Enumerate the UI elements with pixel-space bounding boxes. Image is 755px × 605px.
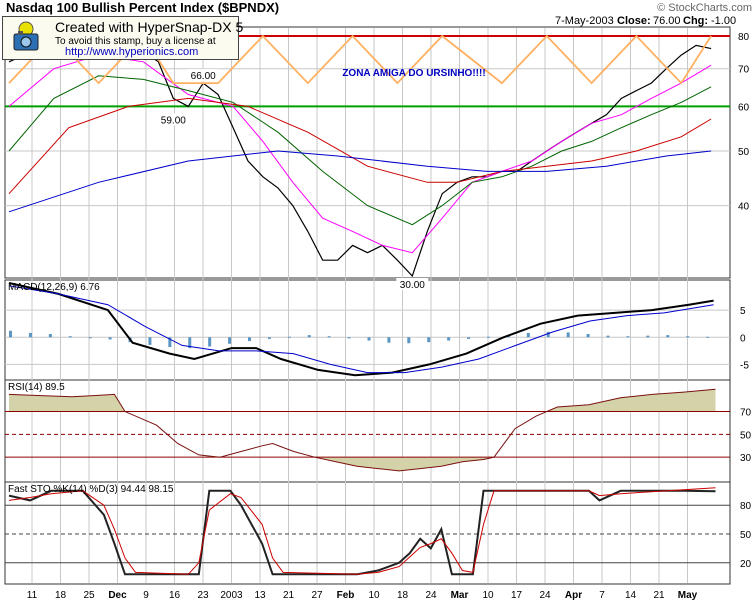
histogram-bar — [686, 336, 690, 338]
camera-icon — [13, 21, 39, 51]
histogram-bar — [267, 337, 271, 339]
x-tick-label: 23 — [197, 590, 209, 601]
x-tick-label: 18 — [397, 590, 409, 601]
value-label: 66.00 — [191, 71, 216, 82]
histogram-bar — [666, 335, 670, 338]
histogram-bar — [148, 337, 152, 345]
histogram-bar — [626, 336, 630, 338]
price-y-tick: 70 — [738, 65, 750, 76]
value-label: 59.00 — [161, 116, 186, 127]
histogram-bar — [467, 337, 471, 339]
histogram-bar — [228, 337, 232, 344]
histogram-bar — [367, 337, 371, 341]
close-value: 76.00 — [653, 15, 681, 27]
macd-y-tick: -5 — [740, 360, 749, 371]
x-tick-label: 21 — [283, 590, 295, 601]
histogram-bar — [307, 335, 311, 338]
price-y-tick: 80 — [738, 32, 750, 43]
x-tick-label: 21 — [653, 590, 665, 601]
histogram-bar — [646, 335, 650, 338]
close-label: Close: — [617, 15, 651, 27]
zone-annotation: ZONA AMIGA DO URSINHO!!!! — [342, 68, 485, 79]
hypersnap-stamp: Created with HyperSnap-DX 5 To avoid thi… — [2, 16, 243, 60]
macd-y-tick: 5 — [740, 306, 746, 317]
x-tick-label: 25 — [83, 590, 95, 601]
x-tick-label: 16 — [169, 590, 181, 601]
x-tick-label: Dec — [108, 590, 127, 601]
stamp-line1: Created with HyperSnap-DX 5 — [55, 19, 244, 35]
stochastic-panel — [4, 481, 731, 585]
macd-panel — [4, 279, 731, 381]
histogram-bar — [407, 337, 411, 344]
value-label: 30.00 — [400, 280, 425, 291]
x-tick-label: Mar — [451, 590, 469, 601]
date-close-readout: 7-May-2003 Close: 76.00 Chg: -1.00 — [555, 15, 736, 27]
histogram-bar — [108, 337, 112, 340]
histogram-bar — [447, 337, 451, 341]
rsi-y-tick: 50 — [740, 430, 752, 441]
x-tick-label: Feb — [337, 590, 355, 601]
histogram-bar — [526, 332, 530, 338]
histogram-bar — [347, 337, 351, 339]
x-tick-label: 11 — [27, 590, 38, 601]
histogram-bar — [48, 334, 52, 338]
price-y-tick: 40 — [738, 202, 750, 213]
histogram-bar — [88, 337, 92, 339]
x-tick-label: May — [678, 590, 698, 601]
x-tick-label: Apr — [565, 590, 582, 601]
histogram-bar — [9, 330, 12, 338]
histogram-bar — [68, 336, 72, 338]
chart-title: Nasdaq 100 Bullish Percent Index ($BPNDX… — [6, 0, 279, 15]
histogram-bar — [208, 337, 212, 347]
histogram-bar — [706, 336, 710, 338]
x-tick-label: 27 — [311, 590, 323, 601]
rsi-label: RSI(14) 89.5 — [8, 382, 65, 393]
histogram-bar — [487, 336, 490, 338]
stamp-link[interactable]: http://www.hyperionics.com — [65, 46, 198, 58]
x-tick-label: 14 — [625, 590, 637, 601]
histogram-bar — [606, 335, 610, 338]
chart-root: Nasdaq 100 Bullish Percent Index ($BPNDX… — [0, 0, 755, 605]
x-tick-label: 24 — [425, 590, 437, 601]
histogram-bar — [248, 337, 251, 342]
histogram-bar — [427, 337, 431, 343]
x-tick-label: 10 — [368, 590, 380, 601]
x-tick-label: 2003 — [220, 590, 243, 601]
copyright-text: © StockCharts.com — [657, 2, 752, 14]
x-tick-label: 17 — [511, 590, 523, 601]
histogram-bar — [387, 337, 391, 343]
histogram-bar — [566, 332, 570, 338]
price-y-tick: 50 — [738, 147, 750, 158]
x-tick-label: 24 — [539, 590, 551, 601]
date-text: 7-May-2003 — [555, 15, 614, 27]
histogram-bar — [327, 336, 331, 338]
x-tick-label: 10 — [482, 590, 494, 601]
x-tick-label: 7 — [599, 590, 605, 601]
chg-label: Chg: — [683, 15, 708, 27]
stochastic-y-tick: 20 — [740, 559, 752, 570]
price-panel — [4, 26, 731, 279]
chg-value: -1.00 — [711, 15, 736, 27]
rsi-y-tick: 70 — [740, 408, 752, 419]
x-tick-label: 9 — [143, 590, 149, 601]
rsi-y-tick: 30 — [740, 453, 752, 464]
histogram-bar — [546, 331, 550, 338]
x-tick-label: 18 — [55, 590, 67, 601]
x-axis: 11 18 25 Dec 9 16 23 2003 13 21 27 Feb 10 18 24 Mar 10 17… — [27, 590, 698, 601]
stochastic-label: Fast STO %K(14) %D(3) 94.44 98.15 — [8, 484, 174, 495]
stock-chart-svg: Nasdaq 100 Bullish Percent Index ($BPNDX… — [4, 0, 752, 601]
price-y-tick: 60 — [738, 102, 750, 113]
histogram-bar — [287, 336, 291, 338]
x-tick-label: 13 — [254, 590, 266, 601]
histogram-bar — [586, 334, 590, 338]
macd-y-tick: 0 — [740, 333, 746, 344]
histogram-bar — [28, 332, 32, 338]
macd-label: MACD(12,26,9) 6.76 — [8, 282, 100, 293]
stochastic-y-tick: 50 — [740, 530, 752, 541]
stochastic-y-tick: 80 — [740, 501, 752, 512]
